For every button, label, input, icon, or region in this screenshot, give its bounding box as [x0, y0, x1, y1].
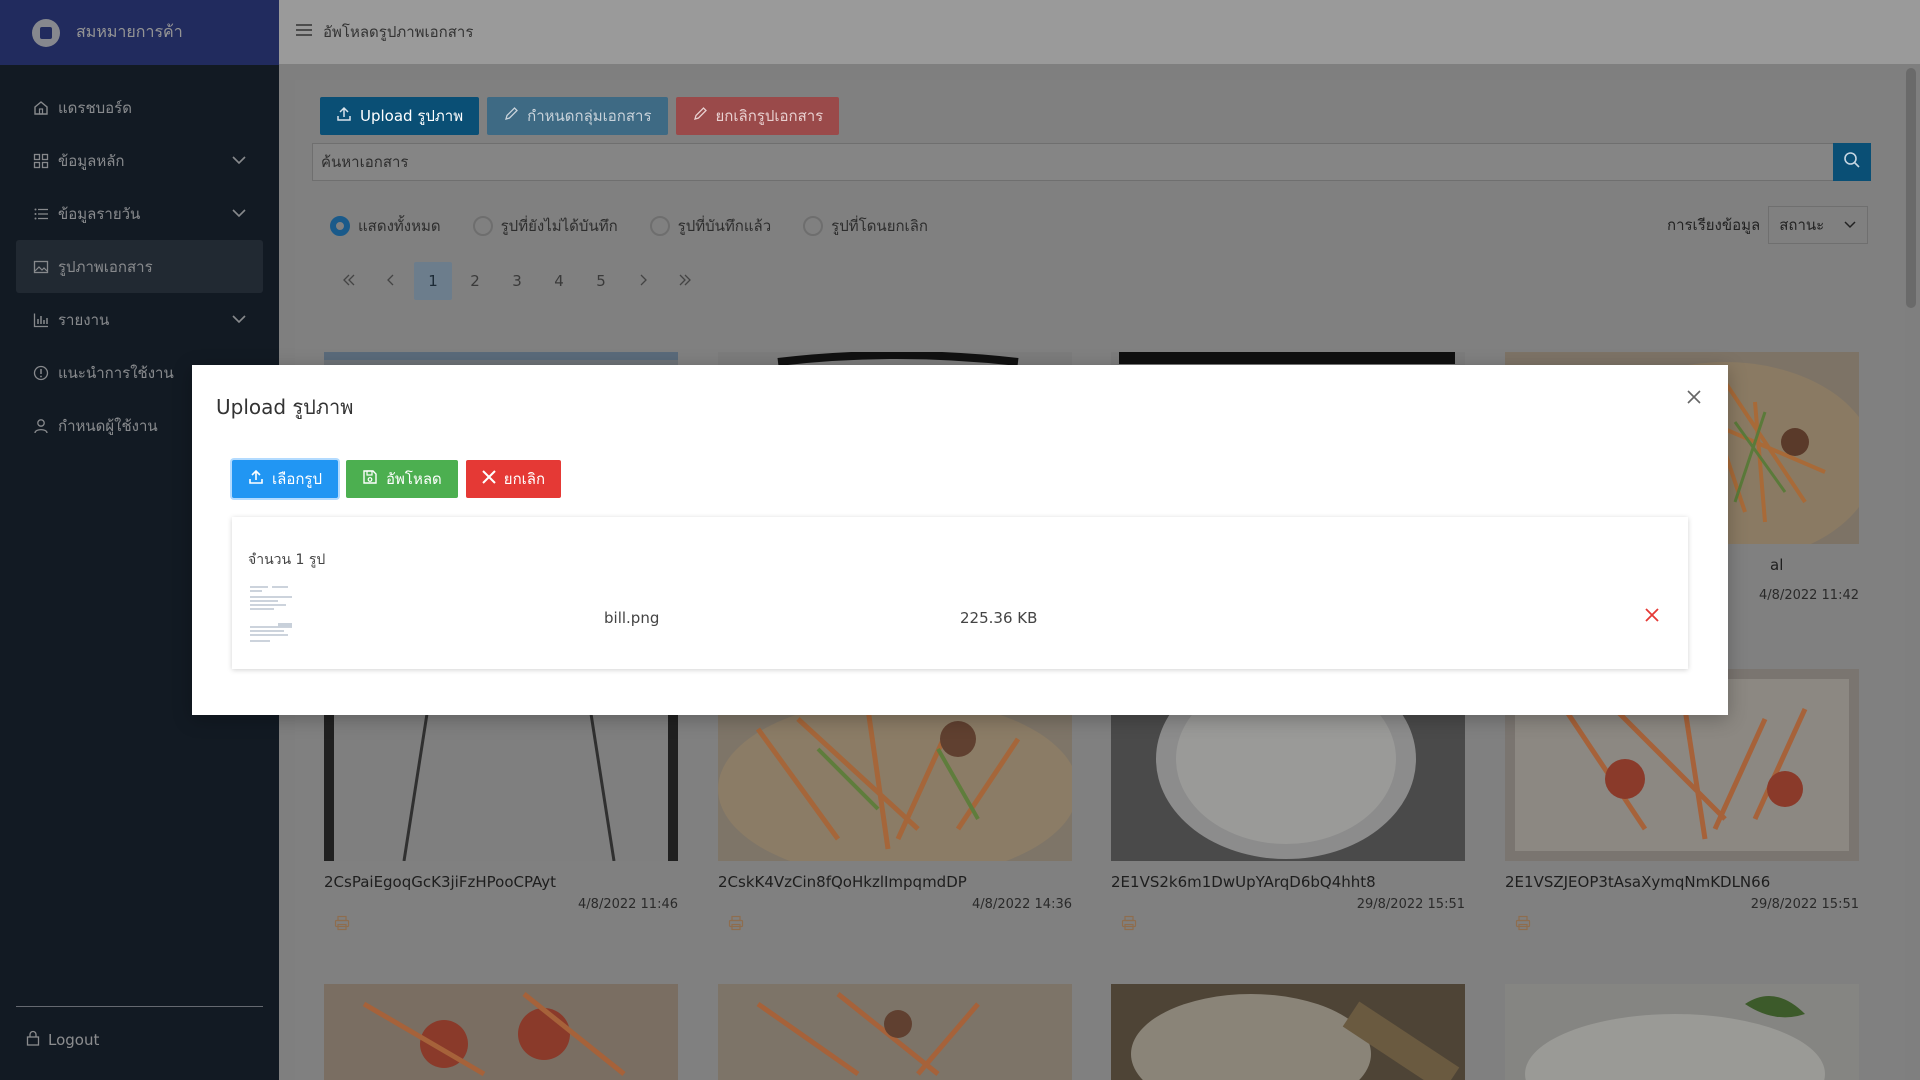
pencil-icon [503, 106, 519, 126]
filter-show-all[interactable]: แสดงทั้งหมด [330, 214, 441, 238]
choose-image-label: เลือกรูป [272, 470, 322, 488]
card-date: 4/8/2022 11:46 [578, 897, 678, 912]
cancel-label: ยกเลิก [503, 470, 546, 488]
filter-label: รูปที่ยังไม่ได้บันทึก [500, 217, 618, 235]
filter-cancelled[interactable]: รูปที่โดนยกเลิก [803, 214, 928, 238]
card-title: 2E1VS2k6m1DwUpYArqD6bQ4hht8 [1111, 873, 1376, 891]
sort-label: การเรียงข้อมูล [1667, 216, 1761, 234]
chevron-left-icon [386, 272, 396, 290]
sort-value: สถานะ [1779, 216, 1825, 234]
remove-file-button[interactable] [1642, 607, 1662, 627]
image-card[interactable] [324, 984, 678, 1080]
file-size: 225.36 KB [960, 609, 1038, 627]
close-icon [1687, 390, 1701, 408]
radio[interactable] [649, 216, 670, 236]
upload-icon [248, 469, 264, 489]
page-1[interactable]: 1 [414, 262, 452, 300]
menu-icon[interactable] [295, 23, 313, 41]
choose-image-button[interactable]: เลือกรูป [232, 460, 338, 498]
page-3[interactable]: 3 [498, 262, 536, 300]
filter-saved[interactable]: รูปที่บันทึกแล้ว [649, 214, 772, 238]
close-icon [1645, 608, 1659, 626]
page-5[interactable]: 5 [582, 262, 620, 300]
file-list-panel: จำนวน 1 รูป bill.png 225.36 KB [232, 517, 1688, 669]
save-icon [362, 469, 378, 489]
filter-label: รูปที่โดนยกเลิก [831, 217, 928, 235]
card-date: 29/8/2022 15:51 [1750, 897, 1859, 912]
upload-images-button[interactable]: Upload รูปภาพ [320, 97, 480, 135]
close-button[interactable] [1682, 387, 1706, 411]
pencil-icon [692, 106, 708, 126]
search-input[interactable]: ค้นหาเอกสาร [312, 143, 1838, 181]
set-group-label: กำหนดกลุ่มเอกสาร [527, 107, 652, 125]
filter-label: แสดงทั้งหมด [358, 217, 441, 235]
sort-control: การเรียงข้อมูล สถานะ [1667, 206, 1869, 244]
card-thumbnail[interactable] [718, 984, 1072, 1080]
close-icon [482, 470, 496, 488]
upload-modal: Upload รูปภาพ เลือกรูป อัพโหลด ยกเลิก จำ… [192, 365, 1728, 715]
chevron-down-icon [1843, 216, 1857, 234]
card-date: 4/8/2022 14:36 [972, 897, 1072, 912]
search-button[interactable] [1833, 143, 1871, 181]
cancel-document-button[interactable]: ยกเลิกรูปเอกสาร [675, 97, 840, 135]
radio-selected[interactable] [330, 216, 350, 236]
sort-select[interactable]: สถานะ [1768, 206, 1869, 244]
image-card[interactable] [718, 984, 1072, 1080]
printer-icon[interactable] [334, 915, 350, 935]
scrollbar-thumb[interactable] [1906, 68, 1916, 308]
card-thumbnail[interactable] [1505, 984, 1859, 1080]
image-card[interactable] [1505, 984, 1859, 1080]
printer-icon[interactable] [728, 915, 744, 935]
page-title: อัพโหลดรูปภาพเอกสาร [323, 23, 474, 41]
search-icon [1843, 151, 1861, 173]
next-page-button[interactable] [624, 262, 662, 300]
prev-page-button[interactable] [372, 262, 410, 300]
filter-label: รูปที่บันทึกแล้ว [677, 217, 772, 235]
card-title: 2CskK4VzCin8fQoHkzlImpqmdDP [718, 873, 967, 891]
printer-icon[interactable] [1121, 915, 1137, 935]
chevron-right-icon [638, 272, 648, 290]
last-page-button[interactable] [666, 262, 704, 300]
card-thumbnail[interactable] [324, 984, 678, 1080]
file-name: bill.png [604, 609, 660, 627]
upload-images-label: Upload รูปภาพ [360, 107, 464, 125]
upload-button[interactable]: อัพโหลด [346, 460, 458, 498]
card-date: 29/8/2022 15:51 [1356, 897, 1465, 912]
page-4[interactable]: 4 [540, 262, 578, 300]
printer-icon[interactable] [1515, 915, 1531, 935]
modal-actions: เลือกรูป อัพโหลด ยกเลิก [232, 460, 562, 498]
image-card[interactable] [1111, 984, 1465, 1080]
file-count: จำนวน 1 รูป [248, 552, 326, 568]
card-title: 2CsPaiEgoqGcK3jiFzHPooCPAyt [324, 873, 557, 891]
cancel-document-label: ยกเลิกรูปเอกสาร [715, 107, 824, 125]
toolbar: Upload รูปภาพ กำหนดกลุ่มเอกสาร ยกเลิกรูป… [320, 97, 840, 135]
first-page-button[interactable] [330, 262, 368, 300]
page-2[interactable]: 2 [456, 262, 494, 300]
card-title-fragment: al [1770, 556, 1784, 574]
upload-icon [336, 106, 352, 126]
card-thumbnail[interactable] [1111, 984, 1465, 1080]
double-chevron-left-icon [342, 272, 356, 290]
modal-title: Upload รูปภาพ [216, 395, 354, 419]
topbar: อัพโหลดรูปภาพเอกสาร [279, 0, 1920, 64]
filter-radio-group: แสดงทั้งหมด รูปที่ยังไม่ได้บันทึก รูปที่… [330, 214, 928, 238]
search-placeholder: ค้นหาเอกสาร [321, 153, 409, 171]
file-thumbnail [248, 583, 294, 647]
pagination: 1 2 3 4 5 [330, 262, 704, 300]
set-group-button[interactable]: กำหนดกลุ่มเอกสาร [487, 97, 668, 135]
radio[interactable] [472, 216, 493, 236]
filter-unsaved[interactable]: รูปที่ยังไม่ได้บันทึก [472, 214, 618, 238]
double-chevron-right-icon [678, 272, 692, 290]
upload-label: อัพโหลด [386, 470, 442, 488]
cancel-button[interactable]: ยกเลิก [465, 460, 562, 498]
radio[interactable] [803, 216, 824, 236]
card-title: 2E1VSZJEOP3tAsaXymqNmKDLN66 [1505, 873, 1771, 891]
